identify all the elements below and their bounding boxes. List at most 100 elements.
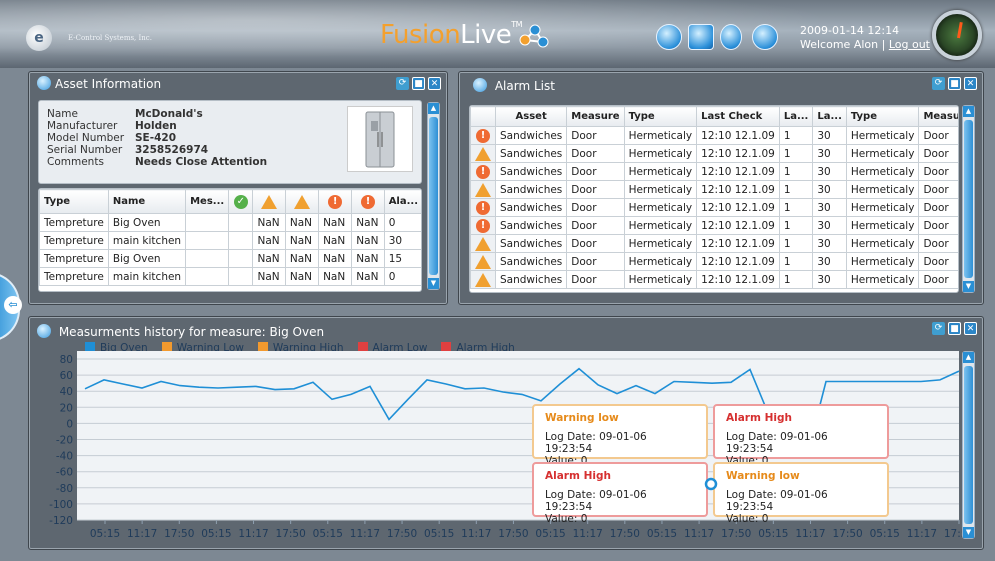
close-icon[interactable]: ✕ bbox=[964, 322, 977, 335]
table-row[interactable]: Sandwiches Door Hermeticaly 12:10 12.1.09 1 3… bbox=[470, 180, 958, 199]
alarm-column-header[interactable]: Last Check bbox=[696, 106, 780, 127]
asset-field-label: Name bbox=[47, 108, 78, 120]
alarm-column-header[interactable] bbox=[470, 106, 496, 127]
y-tick-label: -60 bbox=[56, 467, 73, 479]
col-alarm[interactable]: Ala... bbox=[383, 189, 421, 214]
table-row[interactable]: Sandwiches Door Hermeticaly 12:10 12.1.09 1 3… bbox=[470, 144, 958, 163]
table-row[interactable]: Tempreture Big Oven NaN NaN NaN NaN 15 bbox=[39, 249, 421, 268]
person-icon[interactable] bbox=[720, 24, 742, 50]
table-cell: Tempreture bbox=[39, 249, 109, 268]
logout-link[interactable]: Log out bbox=[889, 38, 930, 51]
alarm-column-header[interactable]: Asset bbox=[494, 106, 568, 127]
tooltip-title: Warning low bbox=[545, 412, 619, 424]
col-name[interactable]: Name bbox=[107, 189, 187, 214]
table-row[interactable]: ! Sandwiches Door Hermeticaly 12:10 12.1.09 1… bbox=[470, 126, 958, 145]
table-row[interactable]: Sandwiches Door Hermeticaly 12:10 12.1.09 1 3… bbox=[470, 234, 958, 253]
y-tick-label: -40 bbox=[56, 451, 73, 463]
asset-panel-title: Asset Information bbox=[37, 76, 161, 91]
refresh-icon[interactable]: ⟳ bbox=[396, 77, 409, 90]
alarm-column-header[interactable]: La... bbox=[778, 106, 814, 127]
table-cell: 1 bbox=[778, 234, 814, 253]
refresh-icon[interactable]: ⟳ bbox=[932, 77, 945, 90]
alarm-column-header[interactable]: Measure bbox=[918, 106, 958, 127]
col-alarm-low[interactable]: ! bbox=[318, 189, 353, 214]
table-row[interactable]: Sandwiches Door Hermeticaly 12:10 12.1.09 1 3… bbox=[470, 270, 958, 289]
scroll-down-icon[interactable]: ▼ bbox=[428, 278, 439, 289]
globe-icon[interactable] bbox=[656, 24, 682, 50]
asset-measures-table-box: Type Name Mes... ✓ ! ! Ala... Tempreture… bbox=[38, 188, 422, 292]
history-scrollbar[interactable]: ▲ ▼ bbox=[962, 351, 975, 539]
scroll-up-icon[interactable]: ▲ bbox=[963, 106, 974, 117]
table-cell bbox=[185, 231, 230, 250]
save-icon[interactable]: ■ bbox=[948, 322, 961, 335]
table-row[interactable]: Tempreture main kitchen NaN NaN NaN NaN 30 bbox=[39, 231, 421, 250]
asset-measures-table: Type Name Mes... ✓ ! ! Ala... Tempreture… bbox=[39, 189, 421, 286]
close-icon[interactable]: ✕ bbox=[428, 77, 441, 90]
table-cell: NaN bbox=[351, 231, 385, 250]
asset-field-row: Serial Number 3258526974 bbox=[47, 144, 347, 156]
table-cell: Sandwiches bbox=[494, 234, 568, 253]
scroll-down-icon[interactable]: ▼ bbox=[963, 281, 974, 292]
row-status-cell: ! bbox=[470, 198, 496, 217]
asset-field-label: Model Number bbox=[47, 132, 125, 144]
col-warning-high[interactable] bbox=[284, 189, 320, 214]
alarm-column-header[interactable]: Measure bbox=[566, 106, 625, 127]
table-cell: Hermeticaly bbox=[845, 198, 920, 217]
col-measure[interactable]: Mes... bbox=[185, 189, 230, 214]
side-collapse-tab[interactable]: ⇦ bbox=[0, 272, 22, 342]
x-tick-label: 17:50 bbox=[276, 528, 306, 540]
x-tick-label: 11:17 bbox=[127, 528, 157, 540]
chart-highlight-point[interactable] bbox=[704, 477, 718, 491]
save-icon[interactable]: ■ bbox=[948, 77, 961, 90]
tooltip-date: Log Date: 09-01-06 19:23:54 bbox=[726, 489, 828, 513]
table-cell: NaN bbox=[252, 213, 286, 232]
col-type[interactable]: Type bbox=[39, 189, 109, 214]
close-icon[interactable]: ✕ bbox=[964, 77, 977, 90]
table-row[interactable]: Sandwiches Door Hermeticaly 12:10 12.1.09 1 3… bbox=[470, 252, 958, 271]
asset-scrollbar[interactable]: ▲ ▼ bbox=[427, 102, 440, 290]
alarm-icon: ! bbox=[476, 218, 490, 233]
asset-field-label: Serial Number bbox=[47, 144, 123, 156]
gear-icon[interactable] bbox=[752, 24, 778, 50]
alarm-icon bbox=[473, 78, 487, 92]
x-tick-label: 17:50 bbox=[832, 528, 862, 540]
y-tick-label: -100 bbox=[49, 499, 73, 511]
scroll-down-icon[interactable]: ▼ bbox=[963, 527, 974, 538]
tooltip-warning-low-1: Warning low Log Date: 09-01-06 19:23:54 … bbox=[532, 404, 708, 467]
x-tick-label: 11:17 bbox=[907, 528, 937, 540]
alarm-column-header[interactable]: Type bbox=[623, 106, 698, 127]
measurements-history-panel: Measurments history for measure: Big Ove… bbox=[28, 316, 984, 550]
table-cell: Door bbox=[918, 216, 958, 235]
table-row[interactable]: ! Sandwiches Door Hermeticaly 12:10 12.1.09 1… bbox=[470, 216, 958, 235]
col-warning-low[interactable] bbox=[252, 189, 286, 214]
table-row[interactable]: Tempreture Big Oven NaN NaN NaN NaN 0 bbox=[39, 213, 421, 232]
tooltip-alarm-high-1: Alarm High Log Date: 09-01-06 19:23:54 V… bbox=[713, 404, 889, 467]
alarm-column-header[interactable]: La... bbox=[812, 106, 847, 127]
scroll-up-icon[interactable]: ▲ bbox=[963, 352, 974, 363]
table-cell: Tempreture bbox=[39, 231, 109, 250]
alarm-scrollbar[interactable]: ▲ ▼ bbox=[962, 105, 975, 293]
col-ok[interactable]: ✓ bbox=[228, 189, 254, 214]
save-icon[interactable]: ■ bbox=[412, 77, 425, 90]
alarm-column-header[interactable]: Type bbox=[845, 106, 920, 127]
refresh-icon[interactable]: ⟳ bbox=[932, 322, 945, 335]
table-row[interactable]: ! Sandwiches Door Hermeticaly 12:10 12.1.09 1… bbox=[470, 162, 958, 181]
scroll-thumb[interactable] bbox=[964, 366, 973, 524]
alarm-panel-buttons: ⟳ ■ ✕ bbox=[932, 77, 977, 90]
table-cell: NaN bbox=[284, 231, 320, 250]
molecule-icon bbox=[519, 24, 549, 48]
document-icon[interactable] bbox=[688, 24, 714, 50]
table-cell: Door bbox=[918, 126, 958, 145]
col-alarm-high[interactable]: ! bbox=[351, 189, 385, 214]
row-status-cell bbox=[470, 252, 496, 271]
row-status-cell bbox=[470, 270, 496, 289]
table-cell bbox=[228, 249, 254, 268]
scroll-thumb[interactable] bbox=[429, 117, 438, 275]
table-row[interactable]: ! Sandwiches Door Hermeticaly 12:10 12.1.09 1… bbox=[470, 198, 958, 217]
table-row[interactable]: Tempreture main kitchen NaN NaN NaN NaN 0 bbox=[39, 267, 421, 286]
scroll-up-icon[interactable]: ▲ bbox=[428, 103, 439, 114]
table-cell bbox=[185, 249, 230, 268]
thermometer-icon bbox=[37, 324, 51, 338]
x-tick-label: 11:17 bbox=[461, 528, 491, 540]
scroll-thumb[interactable] bbox=[964, 120, 973, 278]
